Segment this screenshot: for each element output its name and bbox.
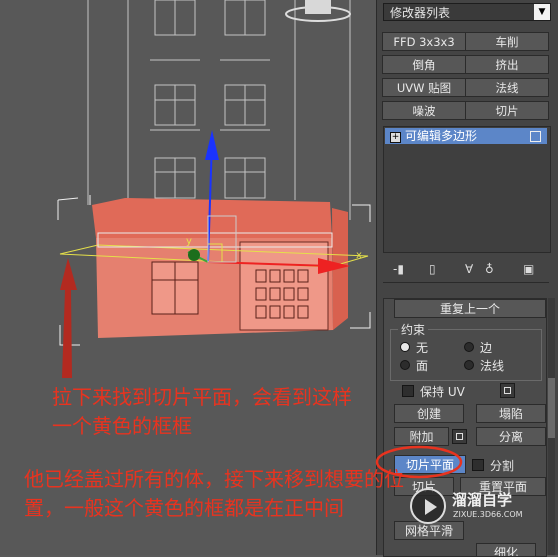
stack-item-label: 可编辑多边形: [405, 129, 478, 143]
watermark-title: 溜溜自学: [452, 491, 513, 509]
radio-icon: [400, 360, 410, 370]
collapse-button[interactable]: 塌陷: [476, 404, 546, 423]
split-checkbox[interactable]: 分割: [472, 457, 514, 474]
modifier-extrude-button[interactable]: 挤出: [465, 55, 549, 74]
repeat-last-button[interactable]: 重复上一个: [394, 299, 546, 318]
annotation-line-1: 拉下来找到切片平面，会看到这样: [52, 385, 352, 409]
pin-stack-icon[interactable]: -▮: [393, 262, 404, 276]
scrollbar-thumb[interactable]: [548, 378, 555, 438]
annotation-line-3: 他已经盖过所有的体，接下来移到想要的位: [24, 467, 404, 491]
radio-edge-label: 边: [480, 341, 493, 355]
modifier-uvw-button[interactable]: UVW 贴图: [382, 78, 466, 97]
cube-icon: [530, 131, 541, 142]
watermark: 溜溜自学 ZIXUE.3D66.COM: [410, 488, 530, 528]
radio-edge[interactable]: 边: [464, 339, 492, 356]
modifier-bevel-button[interactable]: 倒角: [382, 55, 466, 74]
constraints-title: 约束: [398, 321, 429, 338]
expand-icon[interactable]: +: [390, 132, 401, 143]
light-object: [285, 0, 351, 22]
attach-settings-button[interactable]: [452, 429, 467, 444]
split-label: 分割: [490, 459, 515, 473]
annotation-line-2: 一个黄色的框框: [52, 414, 192, 438]
show-end-result-icon[interactable]: ▯: [429, 262, 436, 276]
radio-none[interactable]: 无: [400, 339, 428, 356]
building-base: [92, 198, 348, 338]
modifier-ffd-button[interactable]: FFD 3x3x3: [382, 32, 466, 51]
radio-face[interactable]: 面: [400, 357, 428, 374]
axis-x-label: x: [356, 250, 362, 261]
create-button[interactable]: 创建: [394, 404, 464, 423]
preserve-uv-settings-button[interactable]: [500, 383, 515, 398]
modifier-slice-button[interactable]: 切片: [465, 101, 549, 120]
panel-scrollbar[interactable]: [548, 298, 555, 555]
modifier-stack: + 可编辑多边形: [383, 126, 551, 253]
annotation-arrow: [60, 258, 77, 378]
configure-sets-icon[interactable]: ▣: [523, 262, 534, 276]
stack-toolbar: -▮ ▯ ∀ ♁ ▣: [393, 262, 553, 278]
make-unique-icon[interactable]: ∀: [465, 262, 473, 276]
stack-item-editable-poly[interactable]: + 可编辑多边形: [385, 128, 547, 144]
divider: [383, 282, 549, 283]
modifier-list-label: 修改器列表: [390, 6, 451, 20]
modifier-lathe-button[interactable]: 车削: [465, 32, 549, 51]
radio-icon: [400, 342, 410, 352]
modifier-noise-button[interactable]: 噪波: [382, 101, 466, 120]
detach-button[interactable]: 分离: [476, 427, 546, 446]
remove-modifier-icon[interactable]: ♁: [485, 262, 494, 276]
play-logo-icon: [410, 488, 446, 524]
chevron-down-icon[interactable]: ▼: [534, 4, 550, 20]
building-wireframe: [87, 0, 351, 220]
radio-none-label: 无: [416, 341, 429, 355]
annotation-line-4: 置，一般这个黄色的框都是在正中间: [24, 496, 344, 520]
radio-icon: [464, 342, 474, 352]
radio-icon: [464, 360, 474, 370]
modifier-list-dropdown[interactable]: 修改器列表 ▼: [383, 3, 551, 21]
preserve-uv-checkbox[interactable]: 保持 UV: [402, 383, 465, 400]
checkbox-icon: [472, 459, 484, 471]
preserve-uv-label: 保持 UV: [420, 385, 465, 399]
radio-face-label: 面: [416, 359, 429, 373]
radio-normal[interactable]: 法线: [464, 357, 504, 374]
radio-normal-label: 法线: [480, 359, 505, 373]
watermark-url: ZIXUE.3D66.COM: [453, 510, 523, 519]
checkbox-icon: [402, 385, 414, 397]
axis-y-label: y: [186, 236, 192, 247]
modifier-normal-button[interactable]: 法线: [465, 78, 549, 97]
